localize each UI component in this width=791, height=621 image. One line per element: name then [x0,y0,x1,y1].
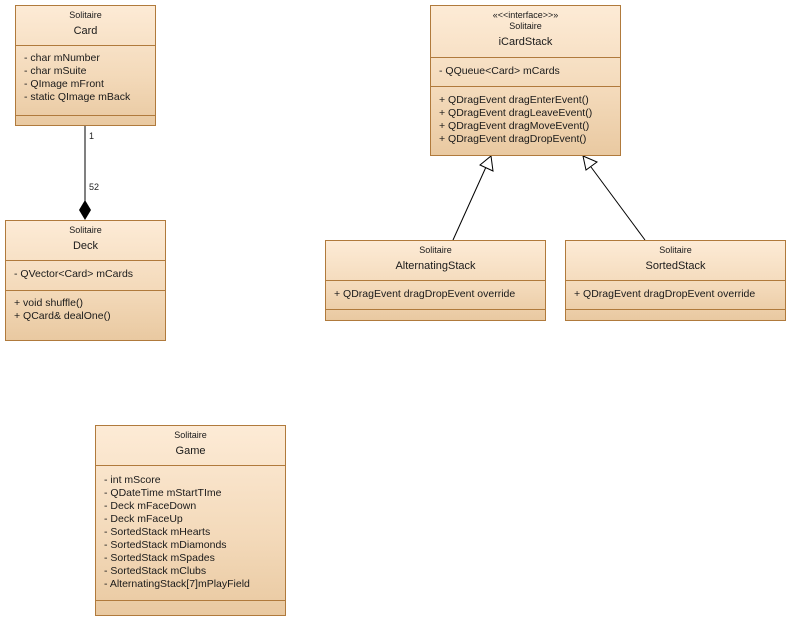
attribute: - char mSuite [24,65,87,77]
package-label: Solitaire [659,245,692,255]
class-header: «<<interface>>» Solitaire iCardStack [431,6,620,58]
member: + QDragEvent dragDropEvent override [334,288,516,300]
generalization-line-sorted [590,166,646,241]
attribute: - Deck mFaceDown [104,500,197,512]
class-deck[interactable]: Solitaire Deck - QVector<Card> mCards + … [5,220,166,341]
package-label: Solitaire [174,430,207,440]
attribute: - Deck mFaceUp [104,513,183,525]
class-name: Game [175,445,206,457]
class-card[interactable]: Solitaire Card - char mNumber - char mSu… [15,5,156,126]
operation: + QCard& dealOne() [14,310,111,322]
attribute: - QQueue<Card> mCards [439,65,560,77]
multiplicity-target: 52 [89,182,100,192]
class-game[interactable]: Solitaire Game - int mScore - QDateTime … [95,425,286,616]
attribute: - int mScore [104,474,161,486]
attribute: - SortedStack mSpades [104,552,215,564]
operations-section [16,116,155,122]
composition-diamond-icon [79,200,91,220]
attributes-section: + QDragEvent dragDropEvent override [326,281,545,310]
multiplicity-source: 1 [89,131,95,141]
class-header: Solitaire Deck [6,221,165,261]
attribute: - QDateTime mStartTIme [104,487,222,499]
operation: + QDragEvent dragMoveEvent() [439,120,590,132]
package-label: Solitaire [69,10,102,20]
attributes-section: + QDragEvent dragDropEvent override [566,281,785,310]
class-name: Deck [72,240,99,252]
attributes-section: - char mNumber - char mSuite - QImage mF… [16,46,155,116]
package-label: Solitaire [509,21,542,31]
attribute: - QVector<Card> mCards [14,268,134,280]
class-name: AlternatingStack [395,260,476,272]
generalization-arrow-icon [582,155,599,171]
attribute: - SortedStack mHearts [104,526,211,538]
class-name: SortedStack [645,260,706,272]
attributes-section: - QQueue<Card> mCards [431,58,620,87]
class-header: Solitaire SortedStack [566,241,785,281]
class-name: Card [73,25,98,37]
class-icardstack[interactable]: «<<interface>>» Solitaire iCardStack - Q… [430,5,621,156]
attribute: - char mNumber [24,52,100,64]
generalization-arrow-icon [479,155,494,172]
attribute: - SortedStack mDiamonds [104,539,227,551]
operation: + void shuffle() [14,297,83,309]
operation: + QDragEvent dragDropEvent() [439,133,587,145]
operation: + QDragEvent dragLeaveEvent() [439,107,593,119]
attribute: - static QImage mBack [24,91,131,103]
attribute: - QImage mFront [24,78,104,90]
attribute: - SortedStack mClubs [104,565,207,577]
package-label: Solitaire [419,245,452,255]
attributes-section: - int mScore - QDateTime mStartTIme - De… [96,466,285,601]
operation: + QDragEvent dragEnterEvent() [439,94,589,106]
stereotype-label: «<<interface>>» [492,10,559,20]
class-header: Solitaire Game [96,426,285,466]
class-alternatingstack[interactable]: Solitaire AlternatingStack + QDragEvent … [325,240,546,321]
class-header: Solitaire Card [16,6,155,46]
operations-section: + void shuffle() + QCard& dealOne() [6,291,165,326]
attributes-section: - QVector<Card> mCards [6,261,165,291]
member: + QDragEvent dragDropEvent override [574,288,756,300]
operations-section: + QDragEvent dragEnterEvent() + QDragEve… [431,87,620,149]
class-name: iCardStack [498,36,553,48]
class-header: Solitaire AlternatingStack [326,241,545,281]
package-label: Solitaire [69,225,102,235]
generalization-line-alternating [452,166,487,241]
operations-section [96,601,285,607]
operations-section [566,310,785,316]
attribute: - AlternatingStack[7]mPlayField [104,578,250,590]
operations-section [326,310,545,316]
class-sortedstack[interactable]: Solitaire SortedStack + QDragEvent dragD… [565,240,786,321]
